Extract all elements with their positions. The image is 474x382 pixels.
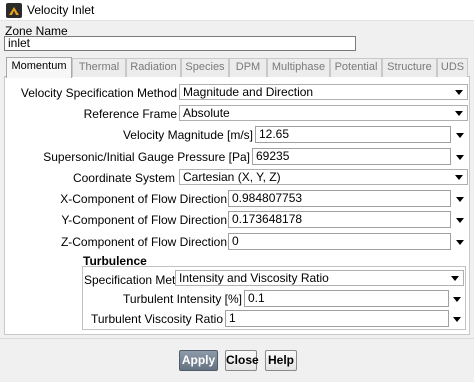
coordinate-system-value: Cartesian (X, Y, Z)	[183, 170, 281, 184]
x-component-options-arrow-icon[interactable]	[456, 197, 464, 202]
coordinate-system-label: Coordinate System	[72, 171, 175, 185]
z-component-input[interactable]: 0	[228, 233, 451, 250]
y-component-label: Y-Component of Flow Direction	[61, 213, 227, 227]
velocity-spec-method-value: Magnitude and Direction	[183, 85, 314, 99]
turbulence-spec-method-dropdown[interactable]: Intensity and Viscosity Ratio	[175, 270, 464, 286]
turbulent-intensity-input[interactable]: 0.1	[244, 290, 449, 307]
tab-bar: Momentum Thermal Radiation Species DPM M…	[4, 57, 470, 78]
turbulent-viscosity-ratio-label: Turbulent Viscosity Ratio	[90, 312, 223, 326]
y-component-options-arrow-icon[interactable]	[456, 218, 464, 223]
turbulence-spec-method-label: Specification Method	[84, 273, 196, 287]
turbulent-viscosity-ratio-options-arrow-icon[interactable]	[453, 317, 461, 322]
chevron-down-icon	[455, 111, 463, 116]
turbulent-viscosity-ratio-input[interactable]: 1	[225, 310, 449, 327]
zone-name-input[interactable]: inlet	[4, 36, 356, 51]
fluent-app-icon	[6, 3, 22, 18]
tab-structure[interactable]: Structure	[382, 58, 437, 77]
tab-radiation[interactable]: Radiation	[126, 58, 181, 77]
button-row-separator	[0, 338, 474, 339]
title-bar: Velocity Inlet	[0, 0, 474, 21]
close-button[interactable]: Close	[225, 350, 259, 371]
gauge-pressure-label: Supersonic/Initial Gauge Pressure [Pa]	[43, 150, 250, 164]
y-component-input[interactable]: 0.173648178	[228, 211, 451, 228]
tab-uds[interactable]: UDS	[437, 58, 468, 77]
reference-frame-dropdown[interactable]: Absolute	[179, 105, 468, 121]
reference-frame-label: Reference Frame	[83, 107, 177, 121]
gauge-pressure-input[interactable]: 69235	[252, 148, 451, 165]
x-component-input[interactable]: 0.984807753	[228, 190, 451, 207]
chevron-down-icon	[455, 90, 463, 95]
chevron-down-icon	[451, 276, 459, 281]
tab-thermal[interactable]: Thermal	[72, 58, 126, 77]
velocity-magnitude-label: Velocity Magnitude [m/s]	[122, 128, 253, 142]
tab-dpm[interactable]: DPM	[229, 58, 267, 77]
velocity-magnitude-input[interactable]: 12.65	[255, 126, 451, 143]
window-title: Velocity Inlet	[27, 3, 95, 17]
turbulent-intensity-label: Turbulent Intensity [%]	[123, 292, 242, 306]
tab-momentum[interactable]: Momentum	[6, 57, 72, 78]
reference-frame-value: Absolute	[183, 106, 230, 120]
z-component-options-arrow-icon[interactable]	[456, 240, 464, 245]
tab-potential[interactable]: Potential	[330, 58, 382, 77]
velocity-spec-method-label: Velocity Specification Method	[20, 86, 177, 100]
tab-species[interactable]: Species	[181, 58, 229, 77]
z-component-label: Z-Component of Flow Direction	[60, 235, 227, 249]
velocity-magnitude-options-arrow-icon[interactable]	[456, 133, 464, 138]
velocity-spec-method-dropdown[interactable]: Magnitude and Direction	[179, 84, 468, 100]
coordinate-system-dropdown[interactable]: Cartesian (X, Y, Z)	[179, 169, 468, 185]
tab-multiphase[interactable]: Multiphase	[267, 58, 330, 77]
turbulence-spec-method-value: Intensity and Viscosity Ratio	[179, 271, 329, 285]
x-component-label: X-Component of Flow Direction	[60, 192, 227, 206]
help-button[interactable]: Help	[265, 350, 297, 371]
chevron-down-icon	[455, 175, 463, 180]
apply-button[interactable]: Apply	[179, 350, 218, 371]
gauge-pressure-options-arrow-icon[interactable]	[456, 155, 464, 160]
turbulent-intensity-options-arrow-icon[interactable]	[453, 297, 461, 302]
